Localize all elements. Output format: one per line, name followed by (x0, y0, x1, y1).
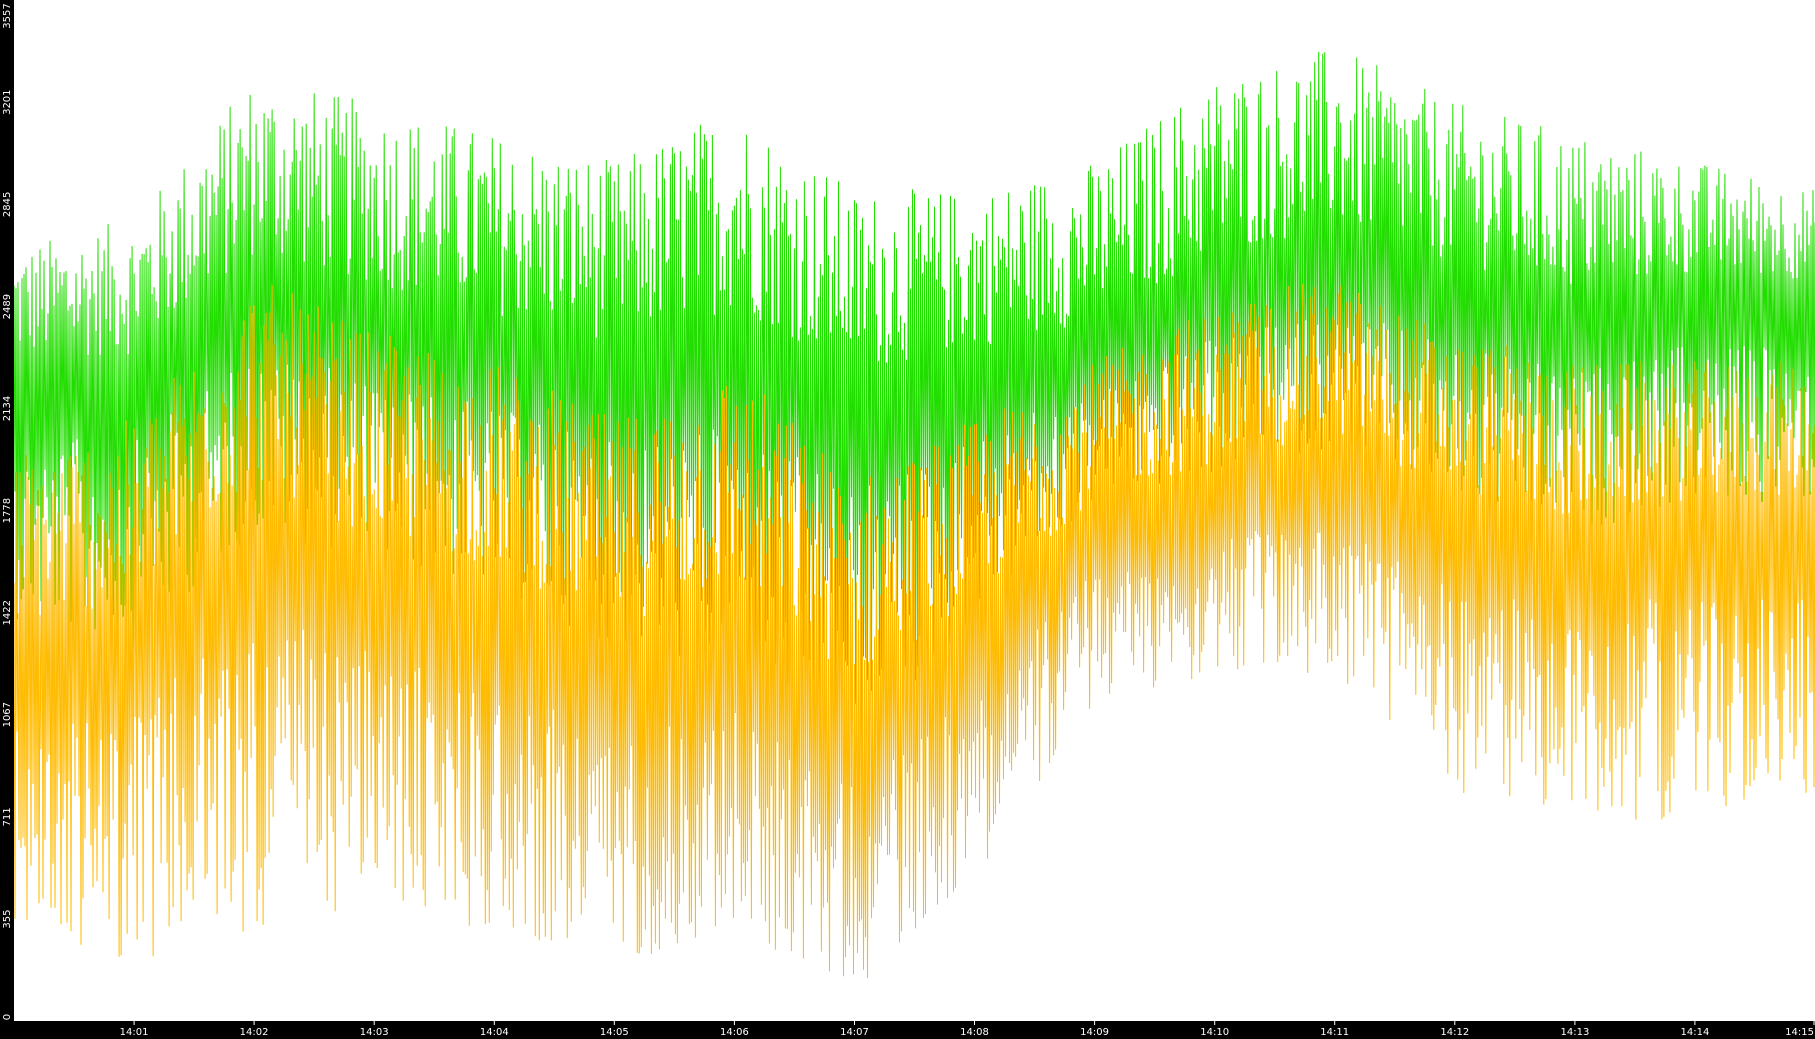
x-tick-label: 14:07 (840, 1027, 869, 1038)
x-tick-label: 14:11 (1320, 1027, 1349, 1038)
line-chart: 035571110671422177821342489284532013557 … (0, 0, 1815, 1039)
x-tick-label: 14:04 (480, 1027, 509, 1038)
x-tick-label: 14:15 (1785, 1027, 1814, 1038)
x-tick-label: 14:14 (1680, 1027, 1709, 1038)
x-tick-label: 14:08 (960, 1027, 989, 1038)
y-tick-label: 1067 (2, 702, 13, 727)
y-tick-label: 3557 (2, 3, 13, 28)
x-tick-label: 14:10 (1200, 1027, 1229, 1038)
y-tick-label: 2134 (2, 396, 13, 421)
x-tick-label: 14:09 (1080, 1027, 1109, 1038)
y-tick-label: 0 (2, 1014, 13, 1020)
y-tick-label: 1778 (2, 498, 13, 523)
x-tick-label: 14:12 (1440, 1027, 1469, 1038)
x-tick-label: 14:05 (600, 1027, 629, 1038)
chart-container: 0 355 711 1067 1422 1778 2134 2489 2845 3201 3557 … (0, 0, 1815, 1039)
x-tick-label: 14:02 (240, 1027, 269, 1038)
y-tick-label: 3201 (2, 89, 13, 114)
y-tick-label: 2845 (2, 192, 13, 217)
y-tick-label: 355 (2, 910, 13, 929)
x-axis-bar (0, 1021, 1815, 1039)
x-tick-label: 14:01 (120, 1027, 149, 1038)
x-tick-label: 14:13 (1560, 1027, 1589, 1038)
y-tick-label: 1422 (2, 600, 13, 625)
x-tick-label: 14:03 (360, 1027, 389, 1038)
y-tick-label: 711 (2, 807, 13, 826)
y-tick-label: 2489 (2, 294, 13, 319)
x-tick-label: 14:06 (720, 1027, 749, 1038)
